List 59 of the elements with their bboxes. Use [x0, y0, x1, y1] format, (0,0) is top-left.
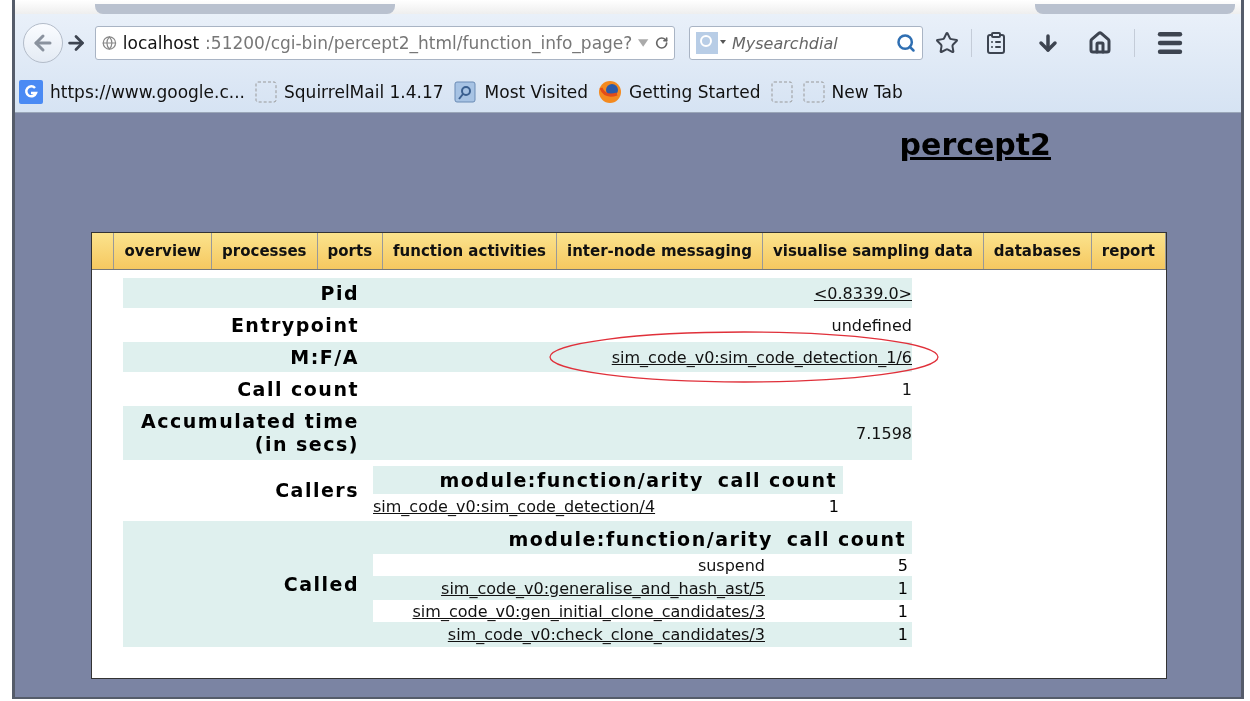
globe-icon [102, 33, 117, 53]
row-label: Entrypoint [230, 313, 359, 337]
blank-page-icon [770, 81, 793, 103]
row-value: undefined [831, 315, 912, 335]
row-label: Called [283, 572, 359, 596]
column-header: call count [786, 528, 906, 550]
call-count: 5 [896, 555, 909, 575]
bookmark-link[interactable]: SquirrelMail 1.4.17 [255, 81, 444, 103]
bookmark-link[interactable]: Getting Started [598, 80, 761, 104]
nav-link[interactable]: overview [114, 233, 213, 269]
value-link[interactable]: <0.8339.0> [813, 283, 912, 303]
url-path: :51200/cgi-bin/percept2_html/function_info_page? [205, 33, 633, 53]
home-icon [1088, 31, 1112, 55]
folder-icon [453, 80, 478, 104]
row-label: Callers [275, 479, 359, 502]
blank-page-icon [255, 81, 278, 103]
star-icon [935, 31, 959, 55]
search-icon[interactable] [896, 33, 916, 53]
column-header: module:function/arity [508, 528, 773, 550]
page-title[interactable]: percept2 [899, 127, 1051, 165]
column-header: call count [717, 469, 837, 491]
call-count: 1 [896, 624, 909, 644]
search-field[interactable]: Mysearchdial [689, 26, 923, 60]
search-placeholder: Mysearchdial [732, 33, 839, 53]
row-label: M:F/A [290, 345, 359, 369]
function-link[interactable]: sim_code_v0:sim_code_detection/4 [373, 496, 656, 516]
call-count: 1 [827, 496, 840, 516]
row-value: 7.1598 [856, 423, 912, 443]
bookmark-link[interactable]: https://www.google.c... [19, 80, 246, 104]
reload-icon[interactable] [654, 34, 668, 52]
row-label: Accumulated time (in secs) [140, 410, 359, 456]
forward-icon [65, 32, 87, 54]
call-count: 1 [896, 601, 909, 621]
google-icon [19, 80, 43, 104]
nav-link[interactable]: processes [212, 233, 318, 269]
blank-page-icon [802, 81, 825, 103]
nav-link[interactable]: ports [317, 233, 384, 269]
bookmark-link[interactable]: New Tab [802, 81, 903, 103]
nav-link[interactable]: inter-node messaging [557, 233, 763, 269]
url-host: localhost [122, 33, 200, 53]
row-value: 1 [901, 379, 912, 399]
row-label: Call count [237, 377, 359, 401]
download-icon [1036, 31, 1060, 55]
call-count: 1 [896, 578, 909, 598]
function-link[interactable]: sim_code_v0:generalise_and_hash_ast/5 [373, 578, 765, 598]
address-field[interactable]: localhost :51200/cgi-bin/percept2_html/function_info_page? [95, 26, 675, 60]
bookmark-link[interactable]: Most Visited [453, 80, 589, 104]
row-label: Pid [320, 281, 359, 305]
forward-button[interactable] [65, 32, 87, 54]
globe-fox-icon [598, 80, 623, 104]
nav-link[interactable]: function activities [383, 233, 558, 269]
nav-link[interactable]: report [1091, 233, 1166, 269]
function-name: suspend [696, 555, 765, 575]
clipboard-icon [984, 31, 1008, 55]
nav-link[interactable]: visualise sampling data [763, 233, 984, 269]
nav-link[interactable]: databases [983, 233, 1092, 269]
column-header: module:function/arity [439, 469, 704, 491]
function-link[interactable]: sim_code_v0:check_clone_candidates/3 [373, 624, 765, 644]
function-link[interactable]: sim_code_v0:gen_initial_clone_candidates/3 [373, 601, 765, 621]
